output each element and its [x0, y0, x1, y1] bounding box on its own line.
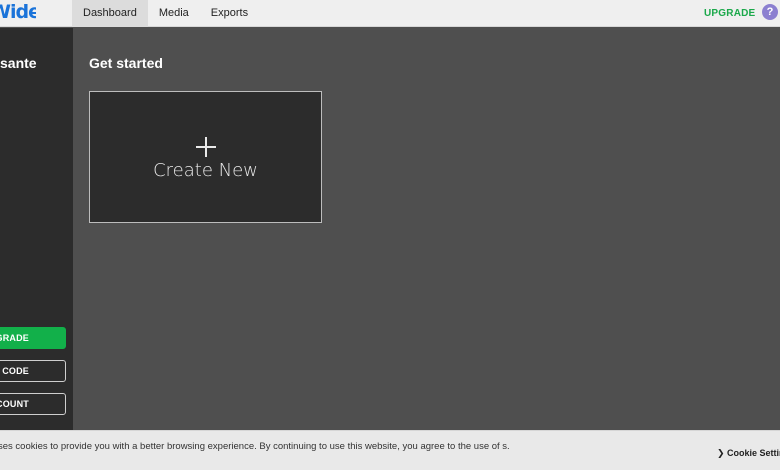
page-title: Get started [89, 55, 163, 71]
main-nav: Dashboard Media Exports [72, 0, 259, 27]
cookie-settings-button[interactable]: ❯ Cookie Settin [717, 448, 780, 459]
main-content: Get started Create New [73, 28, 780, 430]
tab-dashboard[interactable]: Dashboard [72, 0, 148, 27]
top-bar: Wideo Dashboard Media Exports UPGRADE ? [0, 0, 780, 27]
question-icon[interactable]: ? [762, 4, 778, 20]
cookie-banner: bsite uses cookies to provide you with a… [0, 430, 780, 470]
sidebar: sante UPGRADE Y CODE E ACCOUNT [0, 28, 73, 430]
tab-exports[interactable]: Exports [200, 0, 259, 27]
tab-media[interactable]: Media [148, 0, 200, 27]
create-new-card[interactable]: Create New [89, 91, 322, 223]
sidebar-code-button[interactable]: Y CODE [0, 360, 66, 382]
sidebar-account-button[interactable]: E ACCOUNT [0, 393, 66, 415]
logo[interactable]: Wideo [0, 3, 36, 23]
upgrade-link[interactable]: UPGRADE [704, 8, 755, 19]
cookie-settings-label: Cookie Settin [727, 448, 780, 458]
sidebar-upgrade-button[interactable]: UPGRADE [0, 327, 66, 349]
username: sante [0, 55, 37, 71]
logo-text: Wideo [0, 3, 36, 23]
cookie-text: bsite uses cookies to provide you with a… [0, 441, 510, 452]
chevron-right-icon: ❯ [717, 448, 728, 458]
create-new-label: Create New [153, 160, 258, 181]
plus-icon [196, 137, 216, 157]
